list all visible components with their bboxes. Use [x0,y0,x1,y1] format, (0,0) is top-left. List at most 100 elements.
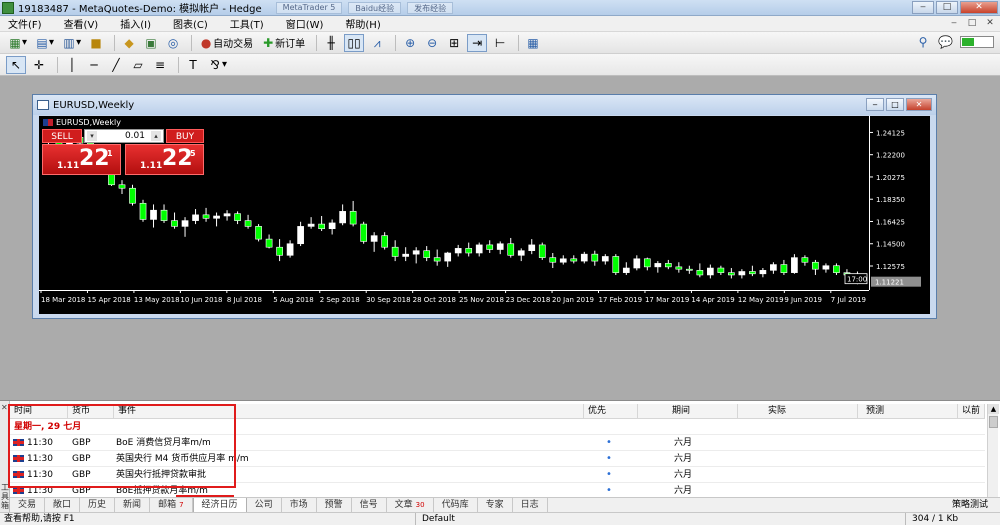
header-forecast[interactable]: 预测 [858,404,958,419]
templates-button[interactable]: ▦ [524,34,542,52]
crosshair-tool-button[interactable]: ✛ [30,56,48,74]
tab-economic-calendar[interactable]: 经济日历 [192,498,247,513]
header-currency[interactable]: 货币 [68,404,114,419]
menu-charts[interactable]: 图表(C) [173,16,208,31]
market-watch-button[interactable]: ■ [87,34,105,52]
buy-price[interactable]: 1.11 22 5 [125,144,204,175]
candle-body [549,257,557,263]
search-icon[interactable]: ⚲ [916,35,930,49]
tab-journal[interactable]: 日志 [513,498,548,513]
mdi-close-button[interactable]: ✕ [984,17,996,29]
status-profile[interactable]: Default [422,513,455,525]
tab-experts[interactable]: 专家 [478,498,513,513]
chat-icon[interactable]: 💬 [938,35,953,49]
chart-minimize-button[interactable]: ‒ [866,98,884,111]
tab-alerts[interactable]: 预警 [317,498,352,513]
header-time[interactable]: 时间 [10,404,68,419]
toolbar-separator [316,34,318,51]
shapes-button[interactable]: ⅋ ▾ [206,56,229,74]
tab-mailbox[interactable]: 邮箱 7 [150,498,193,513]
sell-price[interactable]: 1.11 22 1 [42,144,121,175]
toolbar-separator [57,56,58,73]
trendline-button[interactable]: ╱ [107,56,125,74]
chart-maximize-button[interactable]: □ [886,98,904,111]
header-event[interactable]: 事件 [114,404,584,419]
horizontal-line-button[interactable]: ─ [85,56,103,74]
menu-insert[interactable]: 插入(I) [120,16,151,31]
tab-exposure[interactable]: 敞口 [45,498,81,513]
x-tick-label: 10 Jun 2018 [180,296,222,304]
new-chart-button[interactable]: ▦ ▾ [6,34,29,52]
header-priority[interactable]: 优先 [584,404,638,419]
scroll-up-icon[interactable]: ▲ [988,404,999,414]
channel-button[interactable]: ▱ [129,56,147,74]
minimize-button[interactable]: ‒ [912,1,934,14]
chart-window-titlebar[interactable]: EURUSD,Weekly ‒ □ ✕ [33,95,936,115]
background-tab[interactable]: MetaTrader 5 [275,1,343,14]
tab-market[interactable]: 市场 [282,498,317,513]
close-toolbox-icon[interactable]: ✕ [1,403,8,412]
close-button[interactable]: ✕ [960,1,998,14]
table-row[interactable]: 11:30 GBP 英国央行 M4 货币供应月率 m/m • 六月 [10,451,985,467]
navigator-button[interactable]: ◆ [120,34,138,52]
fibonacci-button[interactable]: ≡ [151,56,169,74]
chart-type-icon: ▥ [63,35,75,50]
header-period[interactable]: 期间 [638,404,738,419]
price-chart[interactable]: 1.24125 1.22200 1.20275 1.18350 1.16425 1.145… [39,116,930,314]
data-window-button[interactable]: ▣ [142,34,160,52]
chart-close-button[interactable]: ✕ [906,98,932,111]
tab-company[interactable]: 公司 [247,498,282,513]
mailbox-badge: 7 [179,501,184,509]
new-order-button[interactable]: ✚ 新订单 [259,34,307,52]
candlestick-button[interactable]: ▯▯ [344,33,365,52]
mdi-restore-button[interactable]: □ [966,17,978,29]
mdi-minimize-button[interactable]: ‒ [948,17,960,29]
autotrade-button[interactable]: ● 自动交易 [197,34,255,52]
vertical-line-button[interactable]: │ [63,56,81,74]
tile-windows-button[interactable]: ⊞ [445,34,463,52]
lot-decrease-button[interactable]: ▾ [87,131,97,141]
cursor-tool-button[interactable]: ↖ [6,55,26,74]
table-row[interactable]: 11:30 GBP BoE 消费信贷月率m/m • 六月 [10,435,985,451]
buy-button[interactable]: BUY [166,129,204,143]
profiles-button[interactable]: ▤ ▾ [33,34,56,52]
tab-news[interactable]: 新闻 [115,498,151,513]
bar-chart-button[interactable]: ╫ [322,34,340,52]
zoom-out-button[interactable]: ⊖ [423,34,441,52]
table-row[interactable]: 11:30 GBP 英国央行抵押贷款审批 • 六月 [10,467,985,483]
chart-shift-button[interactable]: ⊢ [491,34,509,52]
maximize-button[interactable]: □ [936,1,958,14]
background-tab[interactable]: 发布经验 [407,1,454,14]
auto-scroll-button[interactable]: ⇥ [467,33,488,52]
header-actual[interactable]: 实际 [738,404,858,419]
candle-body [255,226,262,240]
strategy-tester-button[interactable]: 策略测试 [952,498,988,513]
menu-help[interactable]: 帮助(H) [345,16,380,31]
bar-chart-icon: ╫ [327,35,335,50]
menu-tools[interactable]: 工具(T) [230,16,264,31]
candle-body [654,263,662,268]
text-tool-button[interactable]: T [184,56,202,74]
tab-articles[interactable]: 文章 30 [387,498,434,513]
scroll-thumb[interactable] [989,416,998,428]
lot-increase-button[interactable]: ▴ [151,131,161,141]
background-tab[interactable]: Baidu经验 [348,1,402,14]
connection-status-bar [960,36,994,48]
one-click-trading-panel: SELL ▾ 0.01 ▴ BUY 1.11 22 1 1.11 22 5 [42,129,204,176]
menu-window[interactable]: 窗口(W) [286,16,324,31]
chart-type-button[interactable]: ▥ ▾ [60,34,83,52]
lot-size-input[interactable]: ▾ 0.01 ▴ [84,129,164,143]
menu-view[interactable]: 查看(V) [64,16,99,31]
menu-file[interactable]: 文件(F) [8,16,42,31]
chart-window[interactable]: EURUSD,Weekly ‒ □ ✕ 1.24125 1.22200 1.2027… [32,94,937,319]
tab-code-base[interactable]: 代码库 [434,498,478,513]
signals-button[interactable]: ◎ [164,34,182,52]
tab-history[interactable]: 历史 [80,498,116,513]
zoom-in-button[interactable]: ⊕ [401,34,419,52]
calendar-scrollbar[interactable]: ▲ [987,404,999,500]
line-chart-button[interactable]: ⩘ [368,34,386,52]
tab-trade[interactable]: 交易 [10,498,46,513]
header-previous[interactable]: 以前 [958,404,985,419]
sell-button[interactable]: SELL [42,129,82,143]
tab-signals[interactable]: 信号 [352,498,387,513]
